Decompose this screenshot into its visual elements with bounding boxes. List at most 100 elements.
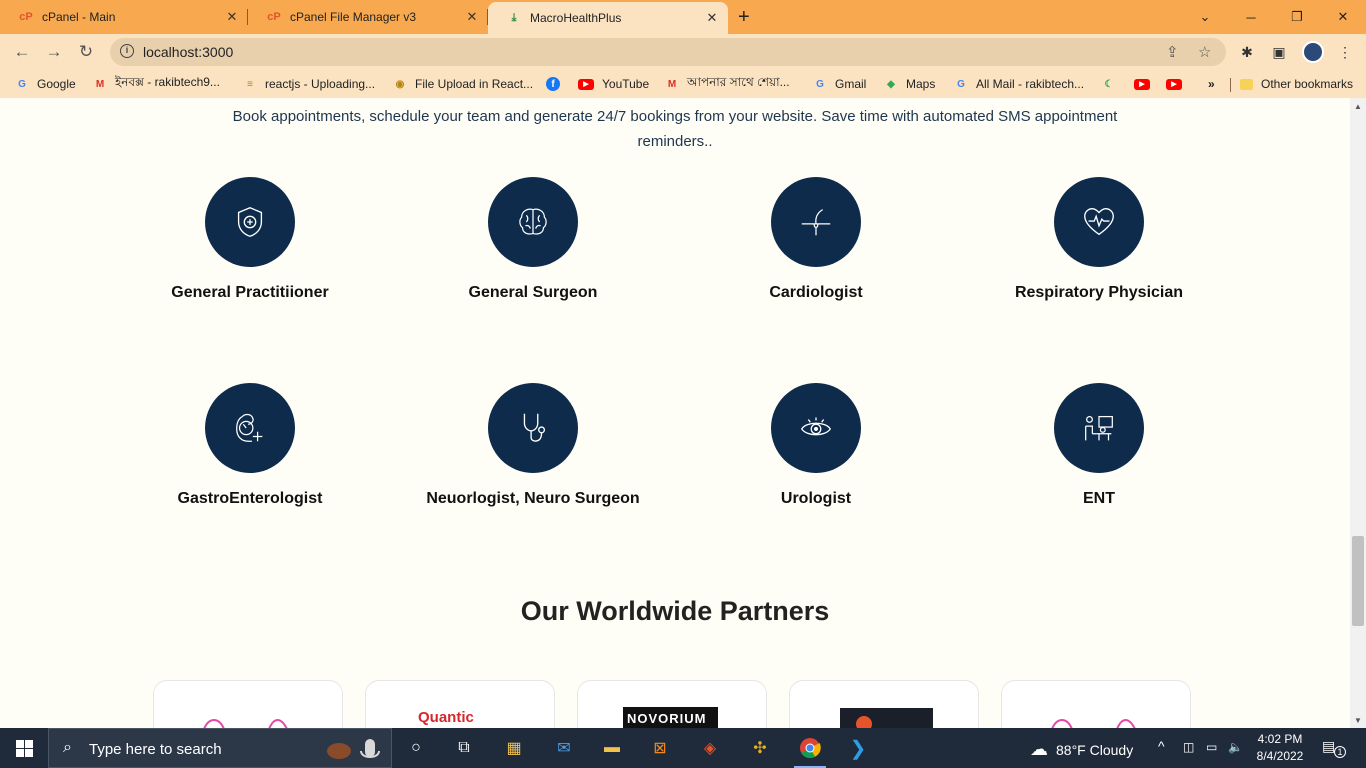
specialty-card[interactable]: Cardiologist (696, 177, 936, 302)
bookmark-shared-with-you[interactable]: M আপনার সাথে শেয়া... (665, 75, 790, 92)
partner-card[interactable] (1001, 680, 1191, 728)
scroll-down-arrow-icon[interactable]: ▼ (1350, 712, 1366, 728)
more-bookmarks-button[interactable]: » (1208, 76, 1215, 92)
cortana-icon[interactable]: ○ (392, 728, 440, 768)
clock-date: 8/4/2022 (1256, 749, 1304, 763)
other-bookmarks-folder[interactable]: Other bookmarks (1240, 76, 1353, 92)
specialty-card[interactable]: Urologist (696, 383, 936, 508)
download-icon: ⤓ (511, 11, 517, 24)
stethoscope-icon (523, 413, 546, 442)
start-button[interactable] (0, 728, 48, 768)
stackoverflow-icon: ≡ (247, 78, 253, 90)
tab-cpanel-main[interactable]: cP cPanel - Main ✕ (0, 0, 248, 34)
bookmark-reactjs[interactable]: ≡ reactjs - Uploading... (243, 76, 375, 92)
meet-icon[interactable]: ◫ (1183, 740, 1194, 754)
search-icon: ⌕ (63, 739, 72, 756)
xampp-icon[interactable]: ⊠ (636, 728, 684, 768)
windows-logo-icon (15, 739, 33, 757)
task-view-icon[interactable]: ⧉ (440, 728, 488, 768)
notification-center-button[interactable]: ▤ 1 (1322, 738, 1346, 758)
file-explorer-icon[interactable]: ▬ (588, 728, 636, 768)
url-text[interactable]: localhost:3000 (143, 44, 233, 60)
system-clock[interactable]: 4:02 PM 8/4/2022 (1250, 731, 1310, 765)
address-bar[interactable]: i localhost:3000 ⇪ ☆ (110, 38, 1226, 66)
bookmark-label: Google (37, 77, 76, 91)
partner-card[interactable]: NOVORIUM (577, 680, 767, 728)
stomach-plus-icon (236, 413, 263, 442)
vscode-icon[interactable]: ❯ (834, 728, 882, 768)
close-window-button[interactable]: ✕ (1320, 0, 1366, 34)
extensions-icon[interactable]: ✱ (1238, 43, 1256, 61)
bookmark-all-mail[interactable]: G All Mail - rakibtech... (954, 76, 1084, 92)
minimize-button[interactable]: ─ (1228, 0, 1274, 34)
scrollbar-thumb[interactable] (1352, 536, 1364, 626)
bookmark-youtube-3[interactable]: ▶ (1166, 76, 1190, 92)
bookmark-moon[interactable]: ☾ (1102, 76, 1124, 92)
info-icon[interactable]: i (120, 44, 134, 58)
bookmark-maps[interactable]: ◆ Maps (884, 76, 935, 92)
git-icon[interactable]: ◈ (686, 728, 734, 768)
close-icon[interactable]: ✕ (464, 9, 480, 25)
specialty-card[interactable]: GastroEnterologist (130, 383, 370, 508)
tab-search-button[interactable]: ⌄ (1182, 0, 1228, 34)
tab-cpanel-file-manager[interactable]: cP cPanel File Manager v3 ✕ (248, 0, 488, 34)
menu-icon[interactable]: ⋮ (1336, 43, 1354, 61)
youtube-icon: ▶ (578, 78, 594, 90)
scroll-up-arrow-icon[interactable]: ▲ (1350, 98, 1366, 114)
google-icon: G (957, 78, 965, 90)
forward-button[interactable]: → (43, 41, 65, 63)
restore-button[interactable]: ❐ (1274, 0, 1320, 34)
partner-card[interactable] (789, 680, 979, 728)
reload-button[interactable]: ↻ (75, 41, 97, 63)
mail-icon[interactable]: ✉ (540, 728, 588, 768)
specialty-card[interactable]: ENT (979, 383, 1219, 508)
specialty-card[interactable]: Respiratory Physician (979, 177, 1219, 302)
bookmark-label: ইনবক্স - rakibtech9... (115, 75, 220, 89)
new-tab-button[interactable]: + (738, 6, 750, 29)
specialty-card[interactable]: Neuorlogist, Neuro Surgeon (413, 383, 653, 508)
bookmark-label: YouTube (602, 77, 650, 91)
chrome-icon[interactable] (786, 728, 834, 768)
bookmark-youtube[interactable]: ▶ YouTube (578, 76, 649, 92)
volume-muted-icon[interactable]: 🔈 (1228, 740, 1243, 754)
close-icon[interactable]: ✕ (224, 9, 240, 25)
slack-icon[interactable]: ✣ (736, 728, 784, 768)
consultation-icon (1085, 415, 1113, 441)
chevron-up-icon[interactable]: ^ (1158, 738, 1165, 754)
back-button[interactable]: ← (11, 41, 33, 63)
specialty-icon-circle (488, 383, 578, 473)
clock-time: 4:02 PM (1257, 732, 1303, 746)
specialty-icon-circle (488, 177, 578, 267)
facebook-icon: f (546, 77, 560, 91)
gmail-icon: M (95, 78, 105, 90)
tab-strip: cP cPanel - Main ✕ cP cPanel File Manage… (0, 0, 1366, 34)
profile-avatar[interactable] (1302, 41, 1324, 63)
bookmark-file-upload[interactable]: ◉ File Upload in React... (393, 76, 533, 92)
side-panel-icon[interactable]: ▣ (1270, 43, 1288, 61)
bookmark-gmail[interactable]: G Gmail (813, 76, 866, 92)
folder-icon (1240, 78, 1253, 90)
specialty-icon-circle (205, 177, 295, 267)
tab-macrohealthplus[interactable]: ⤓ MacroHealthPlus ✕ (488, 2, 728, 34)
weather-text: 88°F Cloudy (1056, 741, 1134, 758)
page-scrollbar[interactable]: ▲ ▼ (1350, 98, 1366, 728)
share-icon[interactable]: ⇪ (1166, 43, 1179, 61)
bookmark-label: Gmail (835, 77, 867, 91)
specialty-card[interactable]: General Surgeon (413, 177, 653, 302)
specialty-icon-circle (205, 383, 295, 473)
close-icon[interactable]: ✕ (704, 10, 720, 26)
bookmark-label: আপনার সাথে শেয়া... (687, 75, 790, 89)
bookmark-facebook[interactable]: f (546, 76, 568, 92)
bookmark-inbox[interactable]: M ইনবক্স - rakibtech9... (93, 75, 220, 92)
bookmark-google[interactable]: G Google (15, 76, 76, 92)
partner-card[interactable] (153, 680, 343, 728)
bookmark-youtube-2[interactable]: ▶ (1134, 76, 1158, 92)
search-placeholder: Type here to search (89, 741, 222, 758)
weather-widget[interactable]: ☁ 88°F Cloudy (1030, 739, 1133, 760)
network-icon[interactable]: ▭ (1206, 740, 1217, 754)
store-icon[interactable]: ▦ (490, 728, 538, 768)
partner-card[interactable]: Quantic (365, 680, 555, 728)
specialty-card[interactable]: General Practitiioner (130, 177, 370, 302)
bookmark-star-icon[interactable]: ☆ (1198, 43, 1211, 61)
taskbar-search[interactable]: ⌕ Type here to search (48, 728, 392, 768)
